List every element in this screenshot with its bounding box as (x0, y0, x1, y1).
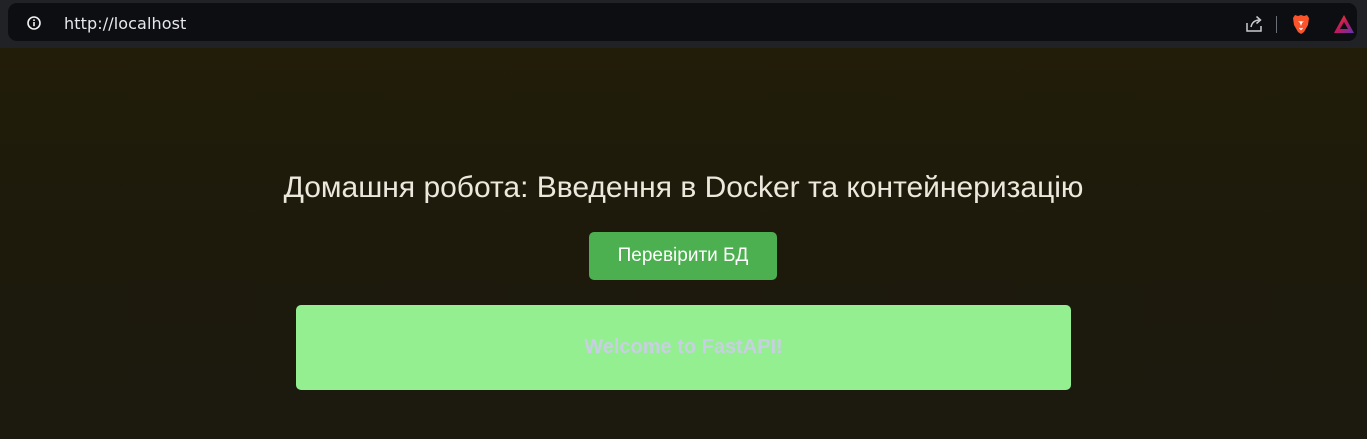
share-icon[interactable] (1244, 14, 1264, 34)
page-title: Домашня робота: Введення в Docker та кон… (283, 171, 1084, 204)
info-icon[interactable] (27, 16, 41, 30)
url-text[interactable]: http://localhost (64, 14, 186, 33)
brave-shields-icon[interactable] (1291, 13, 1311, 35)
message-text: Welcome to FastAPI! (584, 336, 783, 358)
check-db-button[interactable]: Перевірити БД (589, 232, 777, 280)
browser-toolbar: http://localhost (0, 0, 1367, 48)
toolbar-divider (1276, 16, 1277, 33)
page-content: Домашня робота: Введення в Docker та кон… (0, 48, 1367, 439)
message-box: Welcome to FastAPI! (296, 305, 1071, 390)
address-bar[interactable]: http://localhost (8, 3, 1357, 41)
brave-rewards-icon[interactable] (1333, 14, 1355, 34)
